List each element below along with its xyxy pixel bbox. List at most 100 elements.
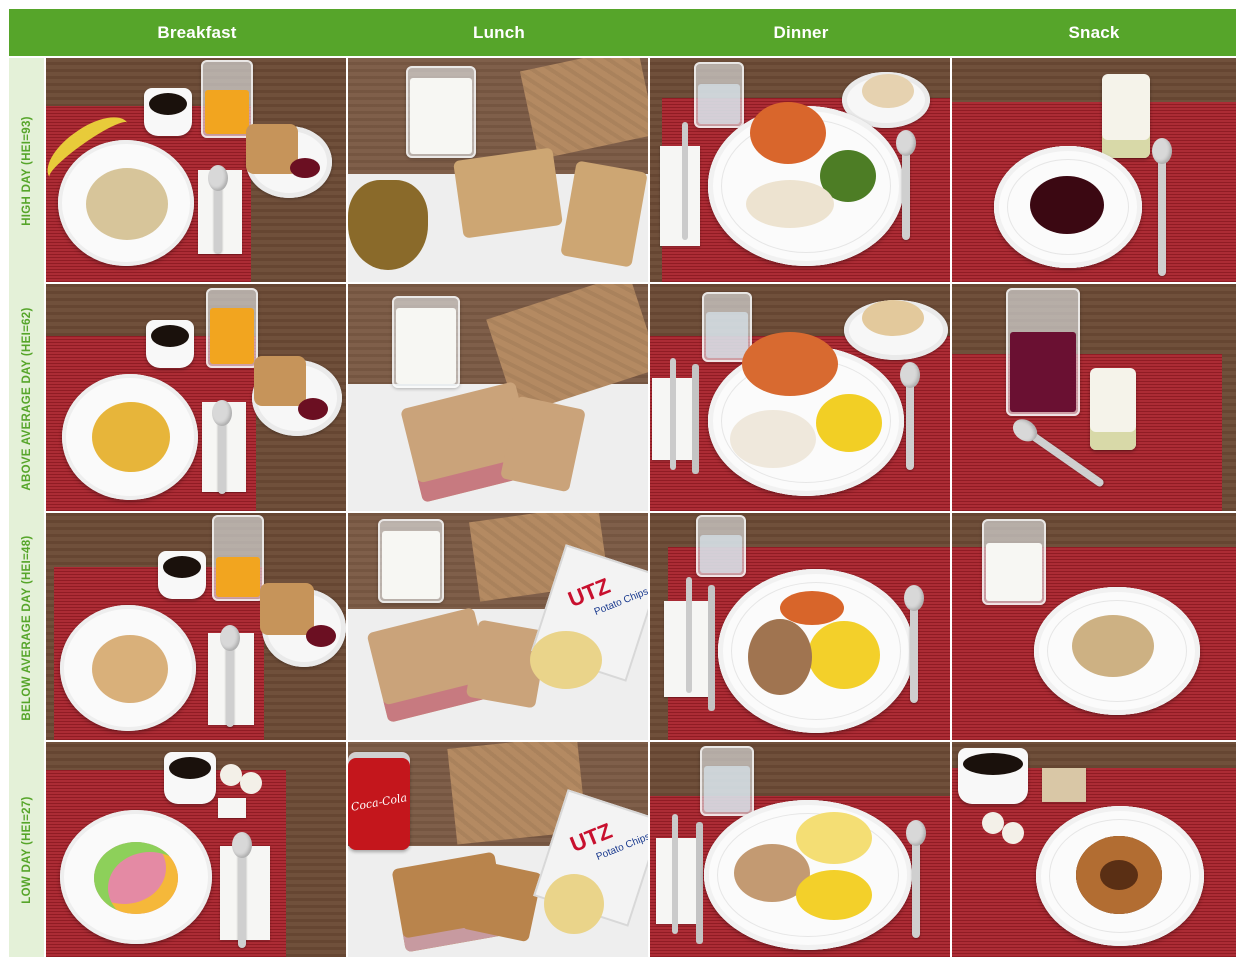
column-header-bar: Breakfast Lunch Dinner Snack (9, 9, 1236, 56)
photo-below-snack (952, 513, 1236, 740)
knife (708, 585, 715, 711)
creamer (982, 812, 1004, 834)
photo-high-dinner (650, 58, 950, 282)
fruit-loops (94, 842, 178, 914)
row-label-high-day-text: HIGH DAY (HEI=93) (20, 116, 33, 226)
photo-high-breakfast (46, 58, 346, 282)
coffee-cup (958, 748, 1028, 804)
photo-above-snack (952, 284, 1236, 511)
sandwich-half (461, 859, 543, 943)
spoon (900, 362, 920, 470)
jam (306, 625, 336, 647)
milk-glass (392, 296, 460, 388)
row-label-bar: HIGH DAY (HEI=93) ABOVE AVERAGE DAY (HEI… (9, 58, 44, 957)
cereal (92, 635, 168, 703)
creamer (220, 764, 242, 786)
yogurt-cup (1090, 368, 1136, 450)
coffee-cup (164, 752, 216, 804)
row-label-below-average-day: BELOW AVERAGE DAY (HEI=48) (9, 513, 44, 742)
jam (290, 158, 320, 178)
juice-glass (1006, 288, 1080, 416)
spoon (896, 130, 916, 240)
grilled-chicken (748, 619, 812, 695)
corn (808, 621, 880, 689)
biscuit (862, 300, 924, 336)
row-label-below-average-day-text: BELOW AVERAGE DAY (HEI=48) (20, 534, 33, 721)
coffee-cup (146, 320, 194, 368)
photo-low-snack (952, 742, 1236, 957)
toast (260, 583, 314, 635)
row-label-low-day-text: LOW DAY (HEI=27) (20, 795, 33, 904)
meal-photo-grid: UTZ Potato Chips Coca-Cola UTZ Potato Ch… (46, 58, 1236, 957)
spoon (904, 585, 924, 703)
photo-below-breakfast (46, 513, 346, 740)
scrambled-eggs (796, 812, 872, 864)
row-label-above-average-day: ABOVE AVERAGE DAY (HEI=62) (9, 284, 44, 513)
fork (670, 358, 676, 470)
water-glass (700, 746, 754, 816)
creamer (240, 772, 262, 794)
photo-above-lunch (348, 284, 648, 511)
milk-glass (406, 66, 476, 158)
fork (682, 122, 688, 240)
spoon (208, 165, 228, 253)
row-label-high-day: HIGH DAY (HEI=93) (9, 58, 44, 284)
coffee-cup (144, 88, 192, 136)
row-label-low-day: LOW DAY (HEI=27) (9, 742, 44, 957)
yogurt-cup (1102, 74, 1150, 158)
column-header-dinner: Dinner (773, 23, 829, 42)
water-glass (696, 515, 746, 577)
soda-can: Coca-Cola (348, 752, 410, 850)
spoon (220, 625, 240, 727)
toast (254, 356, 306, 406)
cookies (1072, 615, 1154, 677)
sandwich (453, 147, 563, 239)
water-glass (694, 62, 744, 128)
spoon (212, 400, 232, 494)
cherries (1030, 176, 1104, 234)
cereal (92, 402, 170, 472)
sweetener-packet (1042, 768, 1086, 802)
jam (298, 398, 328, 420)
fork (686, 577, 692, 693)
donut (1076, 836, 1162, 914)
orange-juice-glass (212, 515, 264, 601)
corn (816, 394, 882, 452)
photo-below-lunch: UTZ Potato Chips (348, 513, 648, 740)
row-label-above-average-day-text: ABOVE AVERAGE DAY (HEI=62) (20, 306, 33, 491)
chicken-breast (746, 180, 834, 228)
knife (692, 364, 699, 474)
photo-high-snack (952, 58, 1236, 282)
coffee-cup (158, 551, 206, 599)
photo-high-lunch (348, 58, 648, 282)
spoon (1152, 138, 1172, 276)
creamer (1002, 822, 1024, 844)
chicken (730, 410, 816, 468)
dinner-roll (862, 74, 914, 108)
meal-comparison-figure: Breakfast Lunch Dinner Snack HIGH DAY (H… (9, 9, 1236, 957)
photo-low-dinner (650, 742, 950, 957)
column-header-snack: Snack (1068, 23, 1120, 42)
photo-below-dinner (650, 513, 950, 740)
spoon (232, 832, 252, 948)
knife (696, 822, 703, 944)
pear (348, 180, 428, 270)
potato-chips (530, 631, 602, 689)
soda-can-label: Coca-Cola (350, 791, 408, 814)
cereal (86, 168, 168, 240)
milk-glass (378, 519, 444, 603)
corn (796, 870, 872, 920)
column-header-lunch: Lunch (473, 23, 525, 42)
photo-above-dinner (650, 284, 950, 511)
photo-low-breakfast (46, 742, 346, 957)
milk-glass (982, 519, 1046, 605)
orange-juice-glass (206, 288, 258, 368)
photo-low-lunch: Coca-Cola UTZ Potato Chips (348, 742, 648, 957)
sugar-packet (218, 798, 246, 818)
sweet-potato (742, 332, 838, 396)
sweet-potato (750, 102, 826, 164)
photo-above-breakfast (46, 284, 346, 511)
fork (672, 814, 678, 934)
spoon (906, 820, 926, 938)
napkin (660, 146, 700, 246)
